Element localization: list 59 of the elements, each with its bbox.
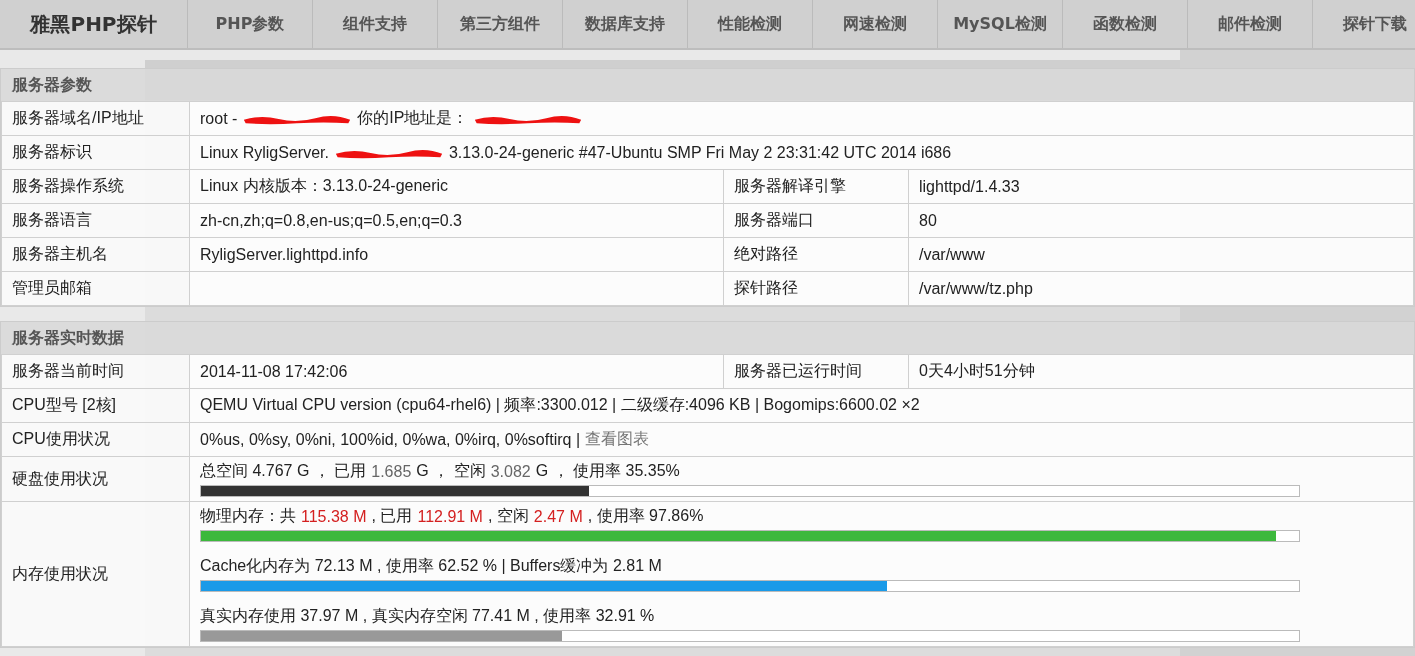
- value-text: , 使用率 97.86%: [587, 506, 704, 526]
- row-label: 内存使用状况: [1, 501, 190, 647]
- value-text: Cache化内存为 72.13 M , 使用率 62.52 % | Buffers缓冲为 2.81 M: [200, 556, 662, 576]
- value-text: G ， 使用率 35.35%: [535, 461, 680, 481]
- row-label: 服务器主机名: [1, 237, 190, 272]
- value-text: 1.685: [371, 462, 412, 481]
- row-label: 服务器操作系统: [1, 169, 190, 204]
- value-text: 物理内存：共: [200, 506, 296, 526]
- table-cell: /var/www: [908, 237, 1414, 272]
- table-cell: Linux 内核版本：3.13.0-24-generic: [189, 169, 724, 204]
- table-cell: 80: [908, 203, 1414, 238]
- row-label: 探针路径: [723, 271, 909, 306]
- row-label: 服务器端口: [723, 203, 909, 238]
- row-label: 硬盘使用状况: [1, 456, 190, 502]
- row-label: 服务器已运行时间: [723, 354, 909, 389]
- nav-tab[interactable]: 数据库支持: [563, 0, 688, 48]
- row-label: 服务器标识: [1, 135, 190, 170]
- site-title: 雅黑PHP探针: [0, 0, 188, 48]
- value-text: 0%us, 0%sy, 0%ni, 100%id, 0%wa, 0%irq, 0%softirq |: [200, 430, 581, 449]
- nav-tab[interactable]: MySQL检测: [938, 0, 1063, 48]
- nav-tab[interactable]: PHP参数: [188, 0, 313, 48]
- table-cell: 2014-11-08 17:42:06: [189, 354, 724, 389]
- value-text: 你的IP地址是：: [357, 108, 469, 128]
- value-text: Linux RyligServer.: [200, 143, 329, 162]
- section-header: 服务器实时数据: [1, 322, 1414, 354]
- table-cell: RyligServer.lighttpd.info: [189, 237, 724, 272]
- table-cell: zh-cn,zh;q=0.8,en-us;q=0.5,en;q=0.3: [189, 203, 724, 238]
- table-cell: lighttpd/1.4.33: [908, 169, 1414, 204]
- value-text: 总空间 4.767 G ， 已用: [200, 461, 367, 481]
- value-text: root -: [200, 109, 238, 128]
- nav-tab[interactable]: 组件支持: [313, 0, 438, 48]
- value-text: QEMU Virtual CPU version (cpu64-rhel6) | 频率:3300.012 | 二级缓存:4096 KB | Bogomips:6600.02 ×2: [200, 395, 920, 415]
- nav-tab[interactable]: 函数检测: [1063, 0, 1188, 48]
- nav-tab[interactable]: 性能检测: [688, 0, 813, 48]
- chart-link[interactable]: 查看图表: [585, 429, 650, 450]
- section-header: 服务器参数: [1, 69, 1414, 101]
- row-label: 管理员邮箱: [1, 271, 190, 306]
- value-text: , 空闲: [487, 506, 529, 526]
- nav-tab[interactable]: 探针下载: [1313, 0, 1415, 48]
- value-text: 2.47 M: [533, 507, 583, 526]
- table-cell: /var/www/tz.php: [908, 271, 1414, 306]
- value-text: 3.13.0-24-generic #47-Ubuntu SMP Fri May 2 23:31:42 UTC 2014 i686: [448, 143, 952, 162]
- row-label: CPU型号 [2核]: [1, 388, 190, 423]
- row-label: CPU使用状况: [1, 422, 190, 457]
- value-text: 112.91 M: [417, 507, 483, 526]
- table-cell: 0天4小时51分钟: [908, 354, 1414, 389]
- value-text: 115.38 M: [301, 507, 367, 526]
- row-label: 服务器解译引擎: [723, 169, 909, 204]
- nav-tab[interactable]: 邮件检测: [1188, 0, 1313, 48]
- value-text: 真实内存使用 37.97 M , 真实内存空闲 77.41 M , 使用率 32.91 %: [200, 606, 655, 626]
- value-text: , 已用: [371, 506, 413, 526]
- row-label: 服务器当前时间: [1, 354, 190, 389]
- value-text: G ， 空闲: [416, 461, 486, 481]
- nav-tab[interactable]: 第三方组件: [438, 0, 563, 48]
- row-label: 服务器语言: [1, 203, 190, 238]
- nav-tab[interactable]: 网速检测: [813, 0, 938, 48]
- row-label: 服务器域名/IP地址: [1, 101, 190, 136]
- value-text: 3.082: [490, 462, 531, 481]
- row-label: 绝对路径: [723, 237, 909, 272]
